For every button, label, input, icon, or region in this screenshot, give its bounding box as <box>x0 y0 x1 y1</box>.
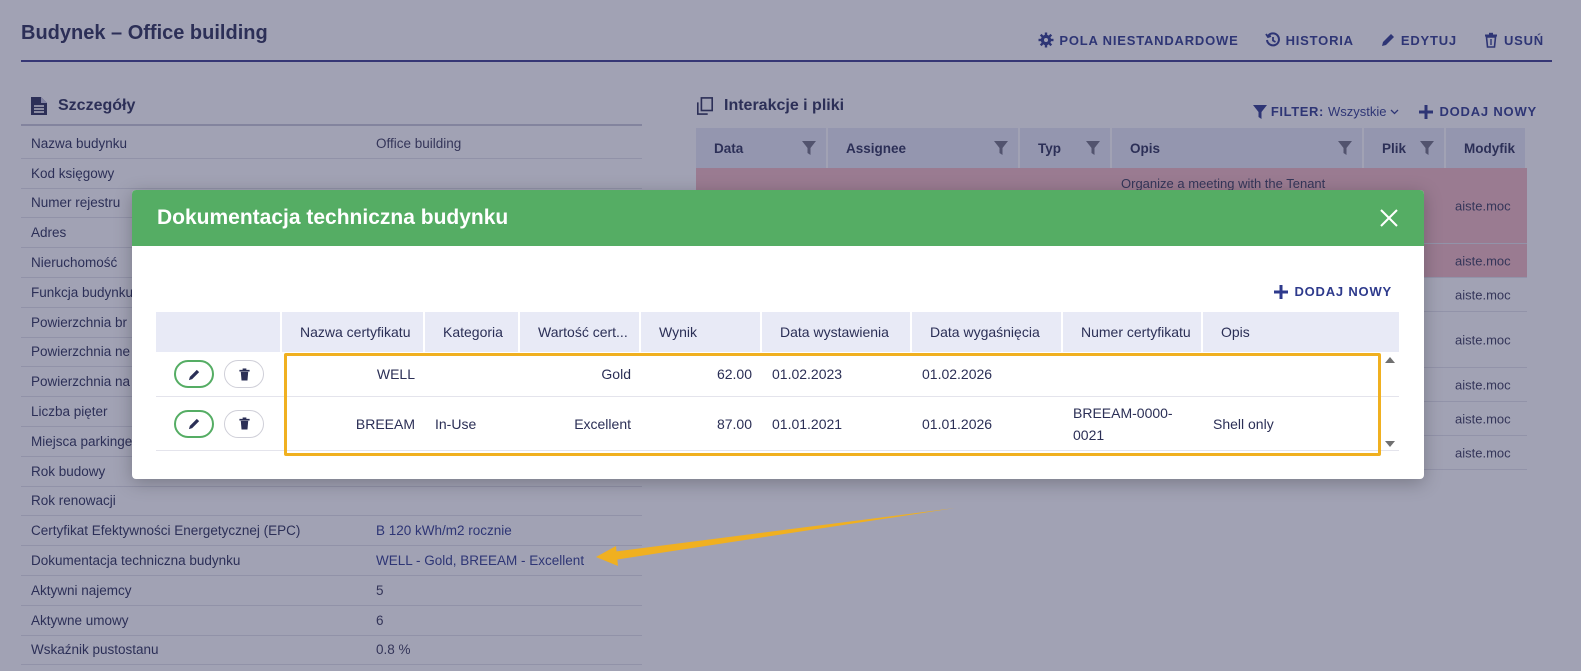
row-actions <box>156 409 282 438</box>
cell-value: Gold <box>601 366 631 382</box>
scroll-up-arrow[interactable] <box>1385 357 1395 363</box>
table-col-actions <box>156 312 282 352</box>
cell-desc: Shell only <box>1213 415 1274 432</box>
close-icon[interactable] <box>1378 207 1400 229</box>
table-row: WELL Gold 62.00 01.02.2023 01.02.2026 <box>156 352 1399 397</box>
cell-name: BREEAM <box>355 415 415 432</box>
add-certificate-label: DODAJ NOWY <box>1294 284 1392 299</box>
certificates-table: Nazwa certyfikatu Kategoria Wartość cert… <box>156 312 1399 451</box>
delete-row-button[interactable] <box>224 409 264 438</box>
table-row: BREEAM In-Use Excellent 87.00 01.01.2021… <box>156 397 1399 451</box>
edit-row-button[interactable] <box>174 360 214 388</box>
modal-title: Dokumentacja techniczna budynku <box>157 206 509 229</box>
table-col-issued[interactable]: Data wystawienia <box>762 312 912 352</box>
pencil-icon <box>188 418 199 430</box>
cell-category: In-Use <box>435 415 477 432</box>
row-actions <box>156 360 282 388</box>
cell-expires: 01.01.2026 <box>922 415 993 432</box>
table-col-number[interactable]: Numer certyfikatu <box>1063 312 1203 352</box>
trash-icon <box>238 367 250 381</box>
technical-docs-modal: Dokumentacja techniczna budynku DODAJ NO… <box>132 190 1424 479</box>
table-header: Nazwa certyfikatu Kategoria Wartość cert… <box>156 312 1399 352</box>
table-col-name[interactable]: Nazwa certyfikatu <box>282 312 425 352</box>
table-col-value[interactable]: Wartość cert... <box>520 312 641 352</box>
table-col-expires[interactable]: Data wygaśnięcia <box>912 312 1063 352</box>
cell-score: 87.00 <box>716 415 752 432</box>
cell-name: WELL <box>376 366 415 382</box>
trash-icon <box>238 417 250 430</box>
table-col-category[interactable]: Kategoria <box>425 312 520 352</box>
cell-issued: 01.01.2021 <box>772 415 843 432</box>
cell-expires: 01.02.2026 <box>922 366 993 382</box>
pencil-icon <box>188 369 199 380</box>
delete-row-button[interactable] <box>224 360 264 388</box>
add-certificate-button[interactable]: DODAJ NOWY <box>1274 284 1392 299</box>
table-col-desc[interactable]: Opis <box>1203 312 1399 352</box>
cell-score: 62.00 <box>716 366 752 382</box>
cell-issued: 01.02.2023 <box>772 366 843 382</box>
edit-row-button[interactable] <box>174 409 214 438</box>
plus-icon <box>1274 284 1289 299</box>
cell-number: BREEAM-0000-0021 <box>1073 404 1173 443</box>
table-col-score[interactable]: Wynik <box>641 312 762 352</box>
scroll-down-arrow[interactable] <box>1385 441 1395 447</box>
cell-value: Excellent <box>574 415 631 432</box>
modal-header: Dokumentacja techniczna budynku <box>132 190 1424 246</box>
